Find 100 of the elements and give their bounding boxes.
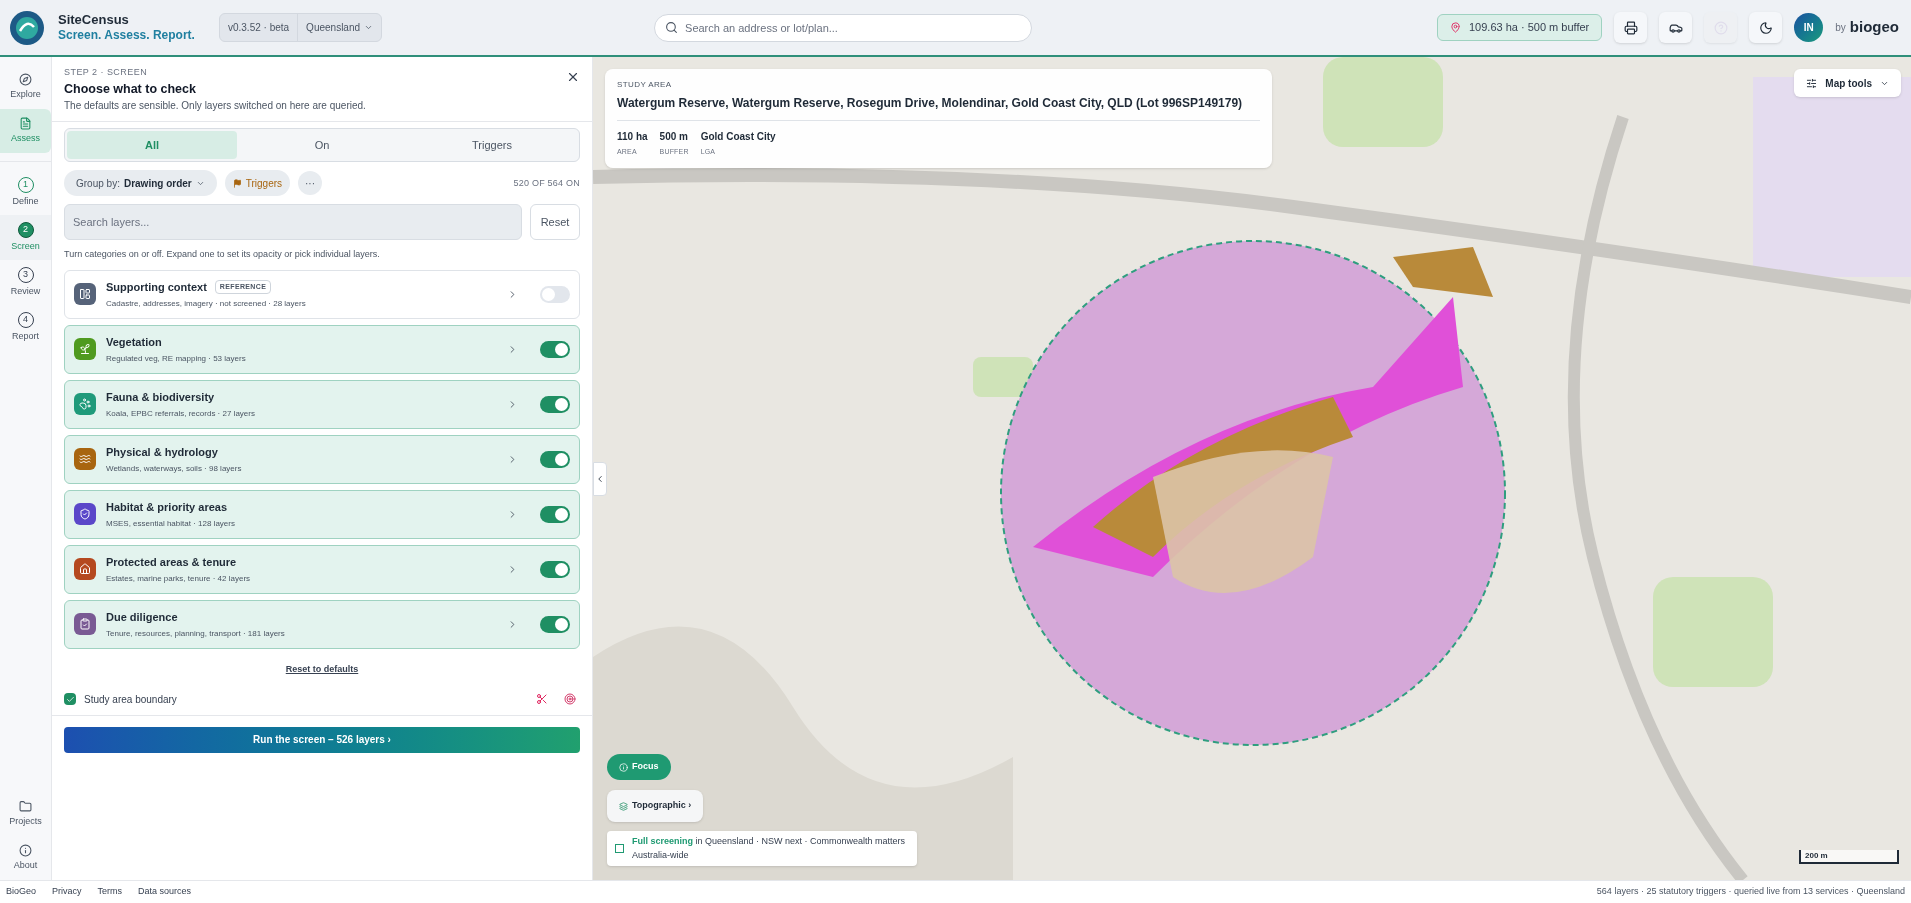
category-description: Cadastre, addresses, imagery · not screened · 28 layers [106,298,307,310]
boundary-label: Study area boundary [84,692,177,707]
area-badge-text: 109.63 ha · 500 m buffer [1469,20,1590,36]
toggle-switch[interactable] [540,450,570,468]
more-button[interactable]: ··· [298,171,323,196]
footer-link[interactable]: Data sources [138,885,192,899]
rail-link[interactable]: About [0,836,51,880]
category-description: Tenure, resources, planning, transport · 181 layers [106,628,286,640]
category-name: Vegetation [106,334,162,350]
info-icon [619,762,628,772]
step-item[interactable]: 3 Review [0,260,51,305]
moon-icon [1758,20,1773,35]
step-item[interactable]: 2 Screen [0,215,51,260]
folder-icon [19,799,32,813]
panel-subtitle: The defaults are sensible. Only layers switched on here are queried. [64,99,367,114]
category-card[interactable]: Fauna & biodiversity Koala, EPBC referrals, records · 27 layers [64,379,580,429]
category-name: Due diligence [106,609,178,625]
group-by-select[interactable]: Group by: Drawing order [64,170,217,197]
basemap-button[interactable]: Topographic › [607,790,704,822]
filter-tab[interactable]: Triggers [407,131,577,160]
rail-mode[interactable]: Assess [0,109,51,153]
run-button[interactable]: Run the screen – 526 layers › [64,726,580,753]
print-button[interactable] [1614,12,1648,43]
stat-value: Gold Coast City [700,130,776,144]
search-icon [665,20,679,34]
toggle-switch[interactable] [540,395,570,413]
by-label: by [1835,21,1846,35]
rail-link[interactable]: Projects [0,792,51,836]
coverage-checkbox[interactable] [615,844,624,853]
coverage-text: Full screening in Queensland · NSW next · Commonwealth matters Australia-wide [632,835,907,862]
collapse-handle[interactable] [593,462,607,496]
toggle-switch[interactable] [540,340,570,358]
stat-value: 110 ha [617,130,648,144]
reset-button[interactable]: Reset [530,204,580,241]
category-description: MSES, essential habitat · 128 layers [106,518,236,530]
category-description: Estates, marine parks, tenure · 42 layers [106,573,252,585]
category-name: Physical & hydrology [106,444,218,460]
scissors-icon[interactable] [536,693,548,706]
version-label: v0.3.52 · beta [219,14,299,41]
on-count: 520 OF 564 ON [513,176,580,190]
toggle-switch[interactable] [540,615,570,633]
filter-tab[interactable]: On [237,131,407,160]
rail-mode[interactable]: Explore [0,65,51,109]
category-name: Supporting context [106,279,207,295]
document-icon [19,116,32,130]
scale-bar: 200 m [1799,850,1899,864]
region-select[interactable]: Queensland [298,14,382,41]
brand-tagline: Screen. Assess. Report. [58,28,195,44]
info-icon [19,843,32,857]
brand-name: SiteCensus [58,11,130,29]
toggle-switch[interactable] [540,285,570,303]
stat-value: 500 m [659,130,689,144]
toggle-switch[interactable] [540,560,570,578]
panel-title: Choose what to check [64,80,197,98]
footer-link[interactable]: Privacy [52,885,82,899]
toggle-switch[interactable] [540,505,570,523]
study-area-heading: STUDY AREA [617,79,673,91]
print-icon [1623,20,1638,35]
category-card[interactable]: Physical & hydrology Wetlands, waterways, soils · 98 layers [64,434,580,484]
flag-icon [232,178,242,188]
category-name: Protected areas & tenure [106,554,237,570]
close-button[interactable] [566,70,580,84]
step-item[interactable]: 1 Define [0,170,51,215]
category-description: Regulated veg, RE mapping · 53 layers [106,353,247,365]
status-text: 564 layers · 25 statutory triggers · queried live from 13 services · Queensland [1596,885,1905,899]
triggers-chip[interactable]: Triggers [224,170,291,197]
hint-text: Turn categories on or off. Expand one to set its opacity or pick individual layers. [64,248,381,262]
category-name: Fauna & biodiversity [106,389,215,405]
logo-icon [8,8,46,47]
reset-defaults-link[interactable]: Reset to defaults [285,662,359,677]
category-description: Koala, EPBC referrals, records · 27 layers [106,408,256,420]
step-number: 2 [17,221,34,238]
focus-button[interactable]: Focus [607,754,671,780]
layer-search-field[interactable]: Search layers... [64,204,522,241]
company-logo: biogeo [1849,17,1899,38]
compass-icon [19,72,32,86]
chevron-left-icon [595,474,605,484]
category-name: Habitat & priority areas [106,499,228,515]
boundary-checkbox[interactable] [64,693,76,706]
target-icon[interactable] [564,693,576,706]
footer-link[interactable]: BioGeo [6,885,37,899]
category-card[interactable]: Vegetation Regulated veg, RE mapping · 53 layers [64,324,580,374]
step-label: STEP 2 · SCREEN [64,66,149,79]
category-card[interactable]: Due diligence Tenure, resources, planning, transport · 181 layers [64,599,580,649]
user-avatar[interactable]: IN [1794,13,1824,42]
close-icon [566,70,580,84]
study-area-address: Watergum Reserve, Watergum Reserve, Rosegum Drive, Molendinar, Gold Coast City, QLD (Lot 996SP149179) [617,95,1244,112]
moon-button[interactable] [1749,12,1783,43]
pin-icon [1450,22,1461,33]
address-search-field[interactable]: Search an address or lot/plan... [654,13,1033,42]
footer-link[interactable]: Terms [97,885,123,899]
map-tools-button[interactable]: Map tools [1794,69,1901,97]
category-card[interactable]: Protected areas & tenure Estates, marine parks, tenure · 42 layers [64,544,580,594]
sliders-icon [1806,77,1818,89]
car-button[interactable] [1659,12,1693,43]
step-item[interactable]: 4 Report [0,305,51,350]
category-card[interactable]: Habitat & priority areas MSES, essential habitat · 128 layers [64,489,580,539]
layers-icon [619,801,628,811]
category-description: Wetlands, waterways, soils · 98 layers [106,463,243,475]
check-icon [65,694,75,704]
